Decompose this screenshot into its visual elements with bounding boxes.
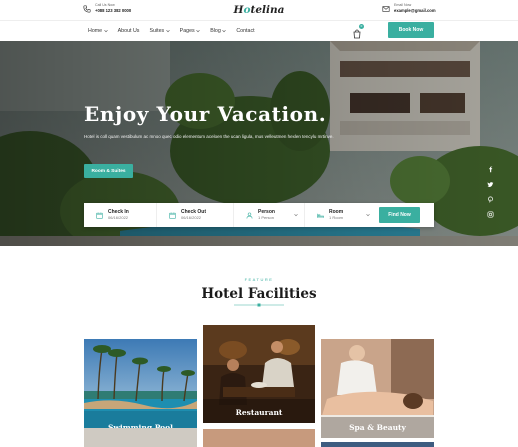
social-links <box>484 163 496 220</box>
nav-item-home[interactable]: Home <box>88 28 108 34</box>
calendar-icon <box>169 212 176 219</box>
nav-item-label: Contact <box>236 28 255 34</box>
nav-item-label: About Us <box>117 28 140 34</box>
facility-card-label: Restaurant <box>235 408 283 417</box>
room-select[interactable]: Room 1 Room <box>304 203 376 227</box>
chevron-down-icon <box>196 29 200 33</box>
calendar-icon <box>96 212 103 219</box>
facility-card-spa-beauty[interactable]: Spa & Beauty <box>321 339 434 438</box>
top-bar: Call Us Now +088 123 382 0000 Hotelina E… <box>0 0 518 20</box>
twitter-link[interactable] <box>484 178 496 190</box>
nav-item-blog[interactable]: Blog <box>210 28 227 34</box>
nav-item-about[interactable]: About Us <box>118 28 140 34</box>
hero-title: Enjoy Your Vacation. <box>84 102 327 126</box>
section-eyebrow: FEATURE <box>244 277 274 282</box>
cart-count-badge: 0 <box>359 24 364 29</box>
nav-menu: Home About Us Suites Pages Blog Contact <box>88 21 255 41</box>
email-contact[interactable]: Email Now example@gmail.com <box>382 3 436 13</box>
email-address: example@gmail.com <box>394 7 436 13</box>
main-nav: Home About Us Suites Pages Blog Contact … <box>0 20 518 40</box>
nav-item-label: Pages <box>179 28 195 34</box>
nav-item-label: Blog <box>210 28 221 34</box>
booking-form: Check In 06/16/2022 Check Out 06/16/2022… <box>84 203 434 227</box>
site-logo[interactable]: Hotelina <box>0 4 518 16</box>
person-value: 1 Person <box>258 215 275 221</box>
bed-icon <box>317 213 324 218</box>
nav-item-label: Suites <box>149 28 165 34</box>
check-in-value: 06/16/2022 <box>108 215 129 221</box>
twitter-icon <box>486 181 493 187</box>
check-out-value: 06/16/2022 <box>181 215 202 221</box>
pinterest-link[interactable] <box>484 193 496 205</box>
room-value: 1 Room <box>329 215 344 221</box>
section-title: Hotel Facilities <box>201 286 317 302</box>
facebook-icon <box>488 166 492 172</box>
nav-item-pages[interactable]: Pages <box>180 28 201 34</box>
chevron-down-icon <box>366 213 370 217</box>
title-divider <box>234 303 284 307</box>
facility-card-restaurant[interactable]: Restaurant <box>203 325 315 423</box>
chevron-down-icon <box>103 29 108 33</box>
rooms-suites-button[interactable]: Room & Suites <box>84 164 133 178</box>
facility-card-partial <box>84 428 197 447</box>
person-select[interactable]: Person 1 Person <box>233 203 304 227</box>
logo-rest: telina <box>250 4 285 16</box>
facility-card-partial <box>321 442 434 447</box>
instagram-icon <box>487 211 493 217</box>
nav-item-label: Home <box>88 28 103 34</box>
cart-button[interactable]: 0 <box>352 24 364 39</box>
check-out-field[interactable]: Check Out 06/16/2022 <box>156 203 233 227</box>
hero-description: Hotel is coll quam vestibulum ac mnoo qu… <box>84 134 334 139</box>
facility-card-partial <box>203 429 315 447</box>
chevron-down-icon <box>294 213 298 217</box>
facility-card-swimming-pool[interactable]: Swimming Pool <box>84 339 197 438</box>
check-in-field[interactable]: Check In 06/16/2022 <box>84 203 156 227</box>
facility-card-label: Spa & Beauty <box>349 423 406 432</box>
find-now-button[interactable]: Find Now <box>379 207 420 223</box>
pinterest-icon <box>487 195 493 203</box>
chevron-down-icon <box>165 29 170 33</box>
user-icon <box>246 212 253 218</box>
nav-item-contact[interactable]: Contact <box>236 28 254 34</box>
instagram-link[interactable] <box>484 208 496 220</box>
nav-item-suites[interactable]: Suites <box>149 28 170 34</box>
book-now-button[interactable]: Book Now <box>388 22 434 38</box>
logo-first-letter: H <box>233 4 244 16</box>
shopping-bag-icon <box>353 29 361 39</box>
mail-icon <box>382 6 390 12</box>
facebook-link[interactable] <box>484 163 496 175</box>
chevron-down-icon <box>222 29 227 33</box>
